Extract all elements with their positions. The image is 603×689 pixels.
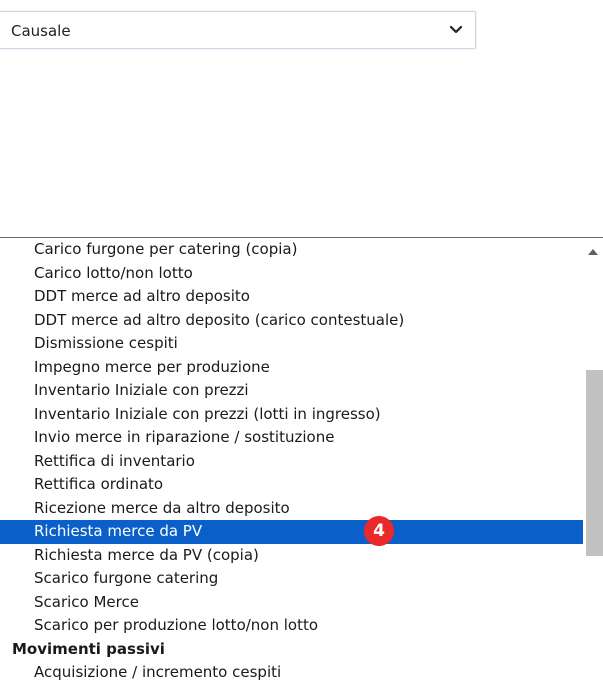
option-item[interactable]: Scarico per produzione lotto/non lotto xyxy=(0,614,583,638)
option-item-selected[interactable]: Richiesta merce da PV 4 xyxy=(0,516,583,546)
option-item[interactable]: DDT merce ad altro deposito xyxy=(0,285,583,309)
chevron-down-icon xyxy=(449,25,463,34)
option-item[interactable]: Acquisizione / incremento cespiti xyxy=(0,661,583,685)
option-item[interactable]: Inventario Iniziale con prezzi (lotti in… xyxy=(0,403,583,427)
option-group-header: Movimenti passivi xyxy=(0,638,583,662)
option-item[interactable]: Carico lotto/non lotto xyxy=(0,262,583,286)
option-label: Rettifica di inventario xyxy=(34,451,195,470)
option-item[interactable]: Scarico furgone catering xyxy=(0,567,583,591)
option-list-inner: Carico furgone per catering (copia) Cari… xyxy=(0,238,583,685)
option-item[interactable]: DDT merce ad altro deposito (carico cont… xyxy=(0,309,583,333)
option-item[interactable]: Dismissione cespiti xyxy=(0,332,583,356)
step-number-badge: 4 xyxy=(364,516,394,546)
option-label: Carico furgone per catering (copia) xyxy=(34,240,298,258)
scrollbar-thumb[interactable] xyxy=(586,370,603,556)
option-label: DDT merce ad altro deposito xyxy=(34,287,250,305)
option-group-label: Movimenti passivi xyxy=(12,639,165,658)
option-label: DDT merce ad altro deposito (carico cont… xyxy=(34,310,405,329)
option-label: Acquisizione / incremento cespiti xyxy=(34,663,282,681)
option-item[interactable]: Carico furgone per catering (copia) xyxy=(0,238,583,262)
option-label: Scarico Merce xyxy=(34,592,139,611)
option-item[interactable]: Impegno merce per produzione xyxy=(0,356,583,380)
option-label: Rettifica ordinato xyxy=(34,475,164,493)
option-label: Invio merce in riparazione / sostituzion… xyxy=(34,428,335,446)
option-label: Ricezione merce da altro deposito xyxy=(34,498,290,517)
causale-select-value: Causale xyxy=(11,22,71,40)
option-item[interactable]: Ricezione merce da altro deposito xyxy=(0,497,583,521)
dropdown-scrollbar[interactable] xyxy=(583,238,603,689)
causale-select[interactable]: Causale xyxy=(0,11,476,49)
option-label: Impegno merce per produzione xyxy=(34,357,270,376)
option-label: Scarico per produzione lotto/non lotto xyxy=(34,616,319,634)
option-label: Scarico furgone catering xyxy=(34,569,219,587)
option-label: Inventario Iniziale con prezzi xyxy=(34,381,249,399)
option-label: Dismissione cespiti xyxy=(34,334,178,352)
option-list: Carico furgone per catering (copia) Cari… xyxy=(0,238,583,689)
causale-dropdown-list[interactable]: Carico furgone per catering (copia) Cari… xyxy=(0,237,603,689)
option-item[interactable]: Rettifica ordinato xyxy=(0,473,583,497)
option-label: Richiesta merce da PV xyxy=(34,522,203,540)
option-item[interactable]: Inventario Iniziale con prezzi xyxy=(0,379,583,403)
option-label: Richiesta merce da PV (copia) xyxy=(34,545,259,564)
option-label: Carico lotto/non lotto xyxy=(34,263,193,282)
option-item[interactable]: Invio merce in riparazione / sostituzion… xyxy=(0,426,583,450)
option-item[interactable]: Rettifica di inventario xyxy=(0,450,583,474)
option-item[interactable]: Scarico Merce xyxy=(0,591,583,615)
triangle-up-icon[interactable] xyxy=(588,249,598,255)
option-item[interactable]: Richiesta merce da PV (copia) xyxy=(0,544,583,568)
option-label: Inventario Iniziale con prezzi (lotti in… xyxy=(34,404,381,423)
